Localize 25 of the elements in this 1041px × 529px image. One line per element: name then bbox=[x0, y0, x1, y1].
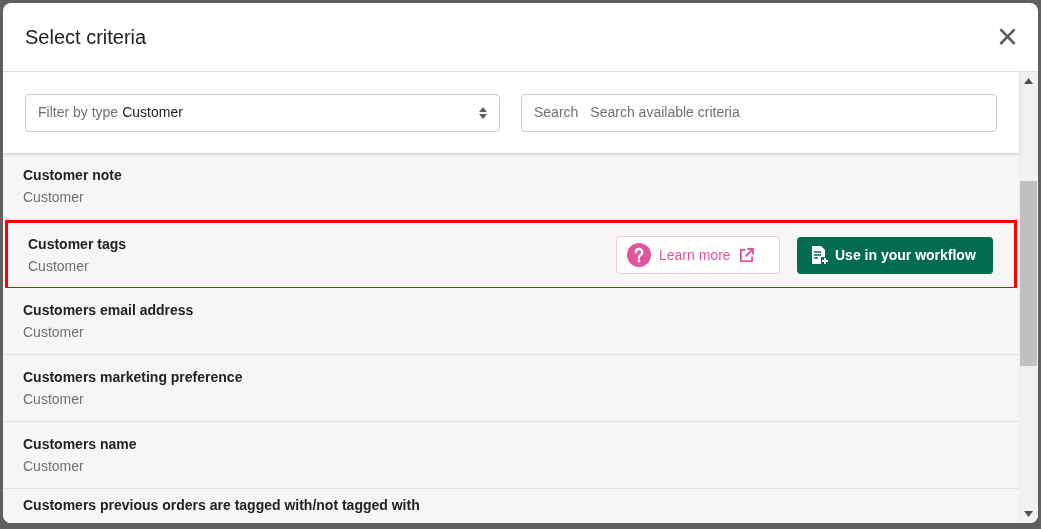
search-field[interactable]: Search Search available criteria bbox=[521, 93, 997, 132]
learn-more-button[interactable]: Learn more bbox=[616, 236, 780, 274]
criterion-type: Customer bbox=[23, 188, 85, 207]
criterion-type: Customer bbox=[28, 257, 90, 276]
scroll-up-icon[interactable] bbox=[1024, 78, 1033, 84]
criterion-name: Customer tags bbox=[28, 235, 128, 254]
use-in-workflow-button[interactable]: Use in your workflow bbox=[797, 236, 993, 274]
criterion-name: Customers marketing preference bbox=[23, 368, 244, 387]
scrollbar[interactable] bbox=[1019, 72, 1038, 523]
external-link-icon bbox=[738, 247, 754, 263]
criterion-name: Customer note bbox=[23, 166, 123, 185]
criterion-type: Customer bbox=[23, 457, 85, 476]
sort-caret-icon bbox=[479, 106, 487, 119]
dialog-title: Select criteria bbox=[25, 25, 147, 50]
close-button[interactable]: × bbox=[996, 19, 1018, 55]
criterion-name: Customers name bbox=[23, 435, 138, 454]
scroll-down-icon[interactable] bbox=[1024, 511, 1033, 517]
document-plus-icon bbox=[811, 245, 829, 265]
question-icon bbox=[627, 243, 651, 267]
filter-select[interactable]: Filter by type Customer bbox=[25, 93, 500, 132]
criterion-type: Customer bbox=[23, 390, 85, 409]
search-input[interactable]: Search available criteria bbox=[590, 102, 984, 123]
criterion-name: Customers previous orders are tagged with/not tagged with bbox=[23, 496, 421, 515]
criterion-type: Customer bbox=[23, 323, 85, 342]
criterion-name: Customers email address bbox=[23, 301, 195, 320]
